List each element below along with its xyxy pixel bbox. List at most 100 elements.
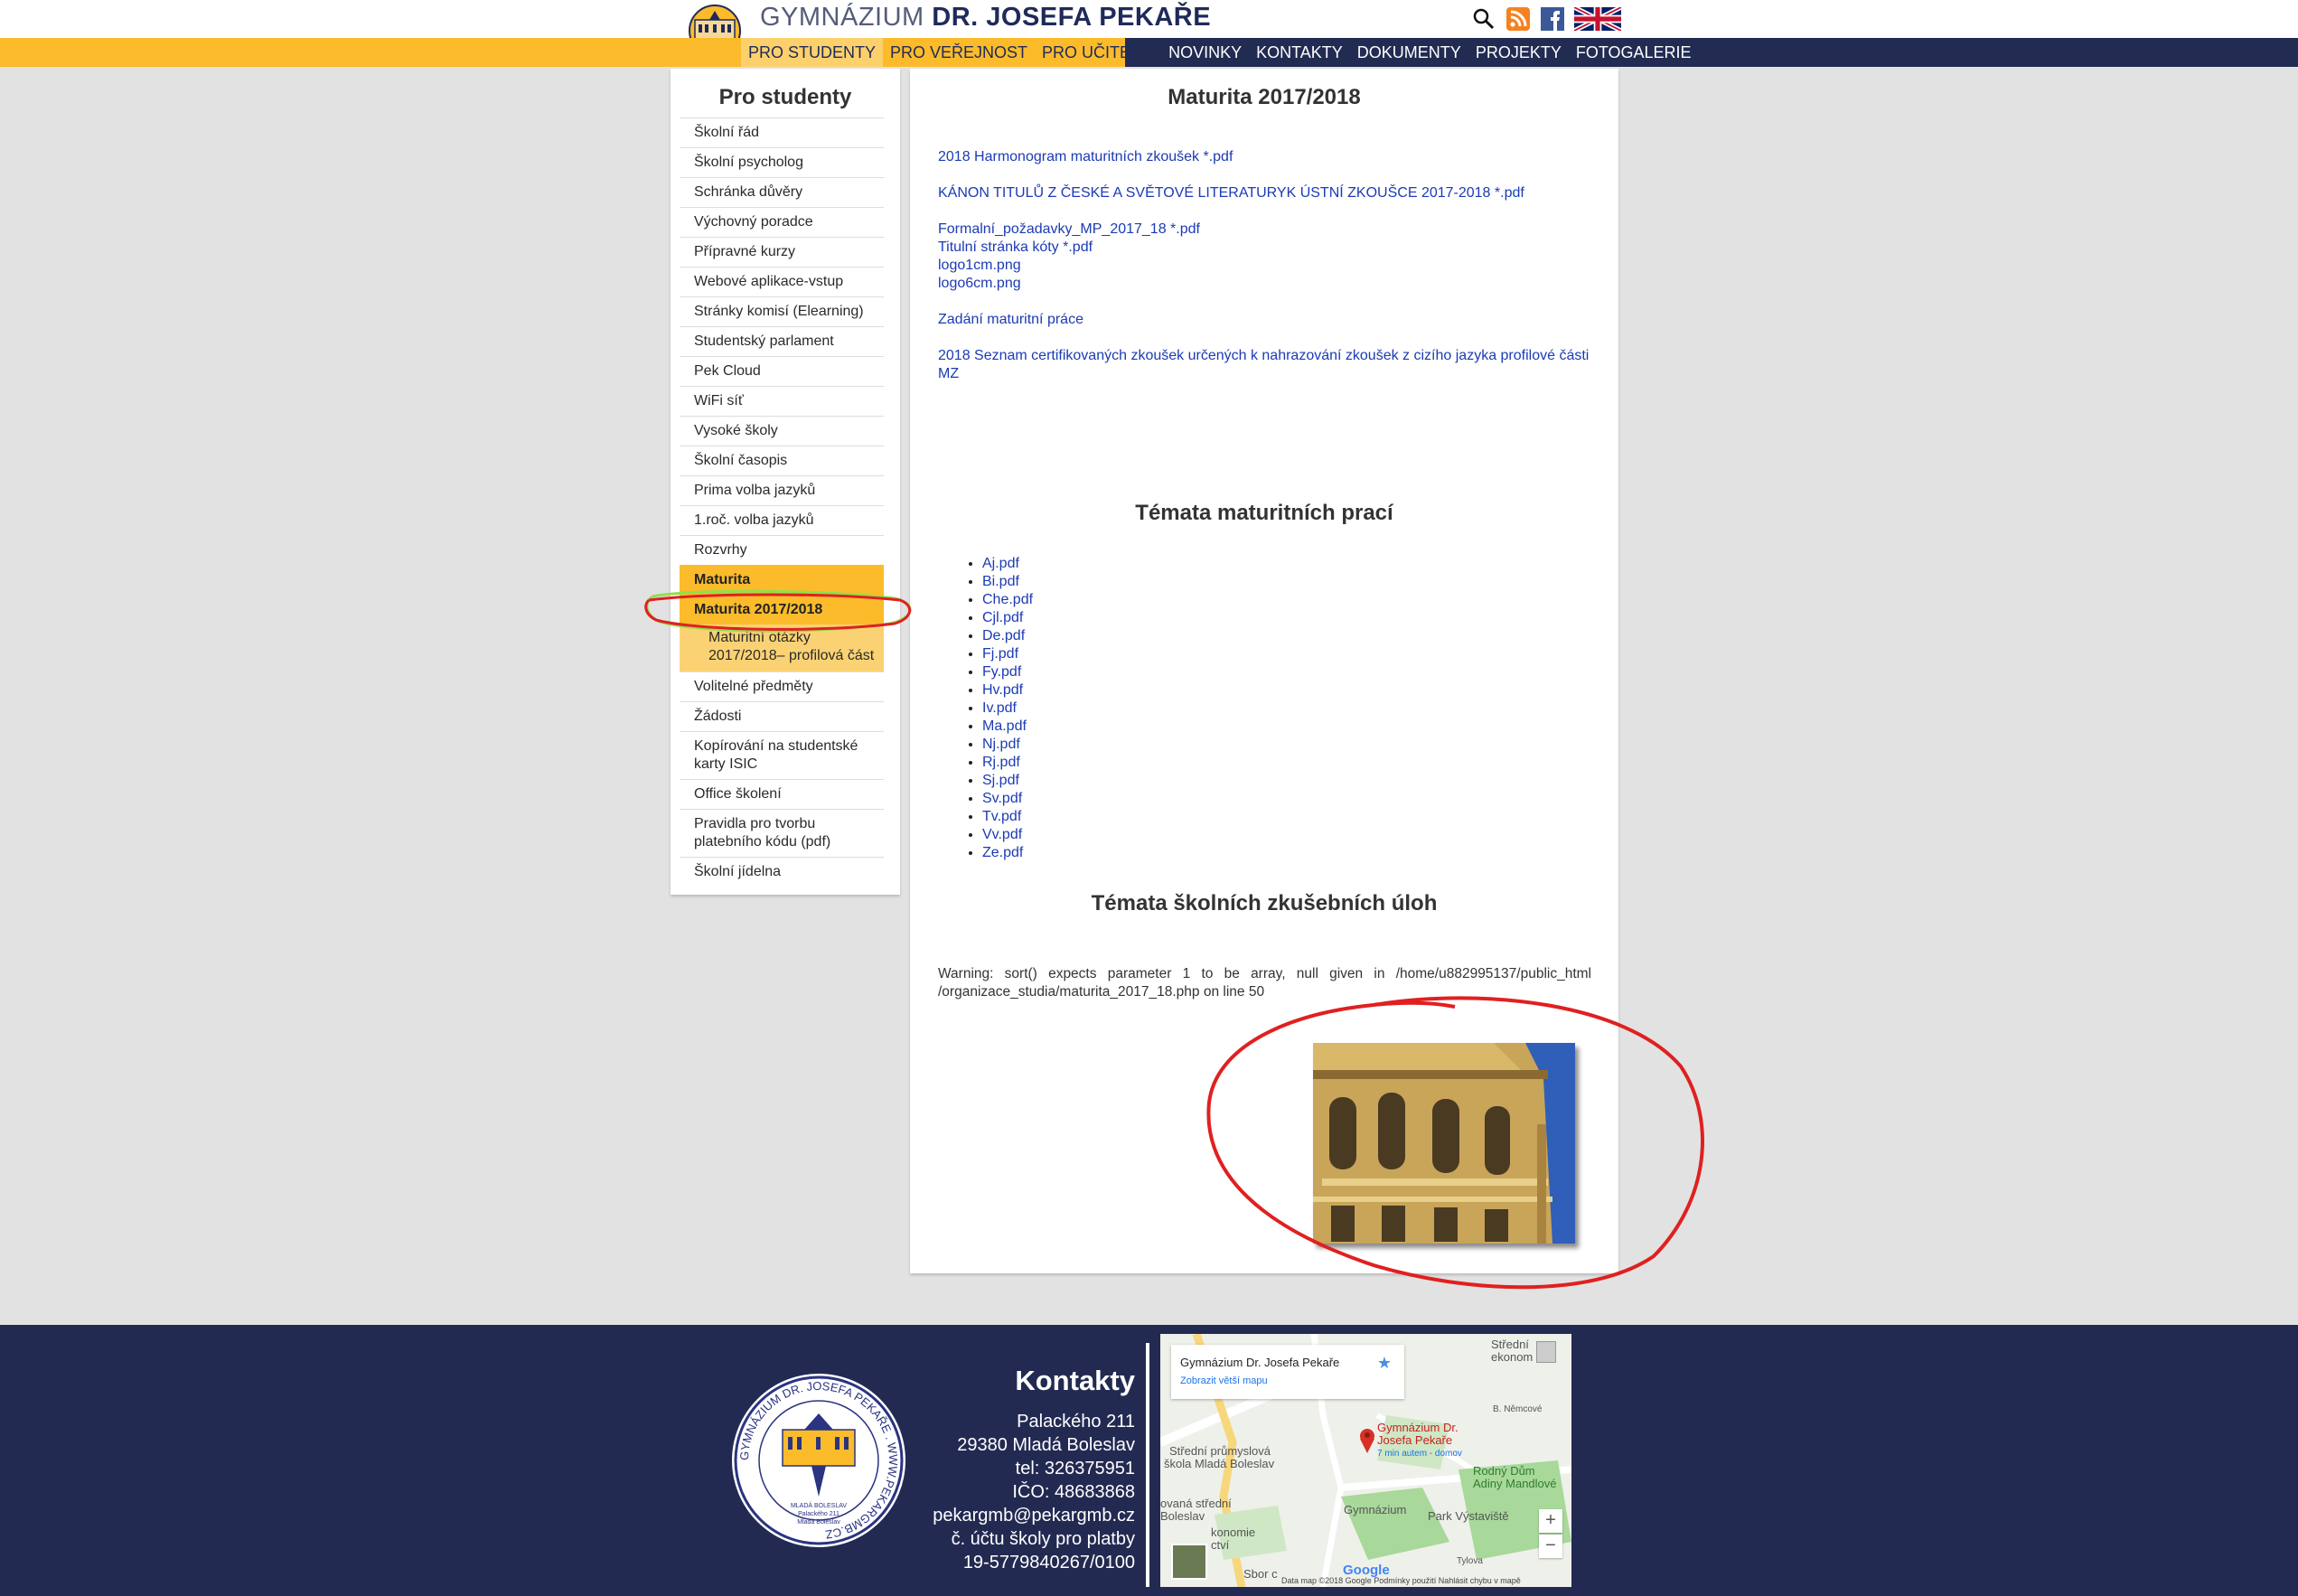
nav-item-pro-učitele[interactable]: PRO UČITELE <box>1035 38 1158 67</box>
zoom-out-button[interactable]: − <box>1539 1535 1562 1558</box>
map-label-nemcova: B. Němcové <box>1493 1404 1543 1414</box>
school-brand[interactable]: GYMNÁZIUM DR. JOSEFA PEKAŘE <box>760 3 1211 33</box>
nav-item-projekty[interactable]: PROJEKTY <box>1468 38 1569 67</box>
sidebar-item-20[interactable]: Kopírování na studentské karty ISIC <box>680 731 884 779</box>
thesis-file-link[interactable]: Sv.pdf <box>982 790 1149 808</box>
sidebar-item-21[interactable]: Office školení <box>680 779 884 809</box>
sidebar: Pro studenty Školní řád Školní psycholog S… <box>671 69 900 895</box>
thesis-file-link[interactable]: Cjl.pdf <box>982 609 1149 627</box>
sidebar-item-17[interactable]: Maturitní otázky 2017/2018– profilová čá… <box>680 624 884 671</box>
school-building-photo <box>1313 1043 1575 1244</box>
thesis-file-link[interactable]: Hv.pdf <box>982 681 1149 699</box>
thesis-file-link[interactable]: Tv.pdf <box>982 808 1149 826</box>
sidebar-item-14[interactable]: Rozvrhy <box>680 535 884 565</box>
map-larger-link[interactable]: Zobrazit větší mapu <box>1180 1375 1268 1386</box>
sidebar-item-11[interactable]: Školní časopis <box>680 446 884 475</box>
map-pin-label-1: Gymnázium Dr. <box>1377 1421 1459 1434</box>
sidebar-item-5[interactable]: Webové aplikace-vstup <box>680 267 884 296</box>
map-attribution[interactable]: Data map ©2018 Google Podmínky použití N… <box>1281 1576 1521 1585</box>
contact-account-label: č. účtu školy pro platby <box>951 1529 1135 1549</box>
school-seal-logo: GYMNÁZIUM DR. JOSEFA PEKAŘE . WWW.PEKARG… <box>732 1374 905 1547</box>
thesis-file-link[interactable]: Sj.pdf <box>982 772 1149 790</box>
street-view-icon[interactable] <box>1536 1341 1556 1363</box>
sidebar-title: Pro studenty <box>718 85 852 109</box>
map-label-vanast-2: Boleslav <box>1160 1509 1205 1523</box>
link-harmonogram[interactable]: 2018 Harmonogram maturitních zkoušek *.p… <box>938 148 1233 166</box>
thesis-file-link[interactable]: De.pdf <box>982 627 1149 645</box>
map-label-rodny-2: Adiny Mandlové <box>1473 1477 1557 1490</box>
thesis-file-link[interactable]: Fy.pdf <box>982 663 1149 681</box>
embedded-map[interactable]: Gymnázium Dr. Josefa Pekaře Zobrazit vět… <box>1160 1334 1571 1587</box>
header-icons <box>1471 5 1621 33</box>
thesis-file-link[interactable]: Aj.pdf <box>982 555 1149 573</box>
search-icon[interactable] <box>1471 6 1496 32</box>
map-info-card: Gymnázium Dr. Josefa Pekaře Zobrazit vět… <box>1171 1345 1404 1399</box>
sidebar-item-12[interactable]: Prima volba jazyků <box>680 475 884 505</box>
link-titulni-stranka[interactable]: Titulní stránka kóty *.pdf <box>938 239 1093 257</box>
nav-item-pro-veřejnost[interactable]: PRO VEŘEJNOST <box>883 38 1035 67</box>
thesis-file-link[interactable]: Che.pdf <box>982 591 1149 609</box>
sidebar-item-4[interactable]: Přípravné kurzy <box>680 237 884 267</box>
map-label-sbor: Sbor c <box>1243 1567 1278 1581</box>
link-zadani[interactable]: Zadání maturitní práce <box>938 311 1083 329</box>
thesis-file-link[interactable]: Rj.pdf <box>982 754 1149 772</box>
thesis-file-link[interactable]: Iv.pdf <box>982 699 1149 718</box>
sidebar-item-18[interactable]: Volitelné předměty <box>680 671 884 701</box>
map-label-vanast-1: ovaná střední <box>1160 1497 1232 1510</box>
rss-icon[interactable] <box>1505 6 1531 32</box>
sidebar-item-9[interactable]: WiFi síť <box>680 386 884 416</box>
sidebar-item-1[interactable]: Školní psycholog <box>680 147 884 177</box>
sidebar-item-16[interactable]: Maturita 2017/2018 <box>680 595 884 624</box>
map-label-vanast-4: ctví <box>1211 1538 1230 1552</box>
seal-inner-line-1: MLADÁ BOLESLAV <box>791 1501 847 1509</box>
map-label-vanast-3: konomie <box>1211 1526 1256 1539</box>
nav-item-pro-studenty[interactable]: PRO STUDENTY <box>741 38 884 67</box>
map-label-gymnazium: Gymnázium <box>1344 1503 1407 1516</box>
link-logo6cm[interactable]: logo6cm.png <box>938 275 1021 293</box>
sidebar-item-6[interactable]: Stránky komisí (Elearning) <box>680 296 884 326</box>
exam-heading: Témata školních zkušebních úloh <box>1091 891 1438 915</box>
sidebar-item-3[interactable]: Výchovný poradce <box>680 207 884 237</box>
link-kanon[interactable]: KÁNON TITULŮ Z ČESKÉ A SVĚTOVÉ LITERATUR… <box>938 184 1524 202</box>
sidebar-item-19[interactable]: Žádosti <box>680 701 884 731</box>
sidebar-item-2[interactable]: Schránka důvěry <box>680 177 884 207</box>
thesis-file-link[interactable]: Bi.pdf <box>982 573 1149 591</box>
sidebar-item-22[interactable]: Pravidla pro tvorbu platebního kódu (pdf… <box>680 809 884 857</box>
map-label-stredni: Střední <box>1491 1338 1529 1351</box>
sidebar-item-13[interactable]: 1.roč. volba jazyků <box>680 505 884 535</box>
thesis-file-link[interactable]: Nj.pdf <box>982 736 1149 754</box>
thesis-file-link[interactable]: Ma.pdf <box>982 718 1149 736</box>
zoom-in-button[interactable]: + <box>1539 1509 1562 1533</box>
map-label-rodny-1: Rodný Dům <box>1473 1464 1535 1478</box>
map-pin-label-2: Josefa Pekaře <box>1377 1433 1453 1447</box>
thesis-file-link[interactable]: Fj.pdf <box>982 645 1149 663</box>
nav-item-kontakty[interactable]: KONTAKTY <box>1249 38 1350 67</box>
seal-inner-line-3: Mladá Boleslav <box>797 1519 840 1526</box>
satellite-toggle[interactable] <box>1171 1544 1207 1580</box>
brand-prefix: GYMNÁZIUM <box>760 3 924 32</box>
link-seznam-zkousek[interactable]: 2018 Seznam certifikovaných zkoušek urče… <box>938 347 1592 383</box>
footer-divider <box>1146 1343 1149 1587</box>
contacts-title: Kontakty <box>1015 1365 1135 1396</box>
facebook-icon[interactable] <box>1540 6 1565 32</box>
sidebar-item-7[interactable]: Studentský parlament <box>680 326 884 356</box>
link-logo1cm[interactable]: logo1cm.png <box>938 257 1021 275</box>
thesis-file-link[interactable]: Ze.pdf <box>982 844 1149 862</box>
nav-items: PRO STUDENTY PRO VEŘEJNOST PRO UČITELE NOVI… <box>741 38 1699 67</box>
link-formalni-pozadavky[interactable]: Formalní_požadavky_MP_2017_18 *.pdf <box>938 221 1200 239</box>
contact-account-number: 19-5779840267/0100 <box>962 1553 1135 1573</box>
nav-item-dokumenty[interactable]: DOKUMENTY <box>1350 38 1468 67</box>
contact-email[interactable]: pekargmb@pekargmb.cz <box>913 1504 1135 1527</box>
sidebar-item-0[interactable]: Školní řád <box>680 117 884 147</box>
footer-contacts: Kontakty Palackého 211 29380 Mladá Boles… <box>913 1365 1135 1574</box>
nav-item-novinky[interactable]: NOVINKY <box>1161 38 1249 67</box>
thesis-file-link[interactable]: Vv.pdf <box>982 826 1149 844</box>
uk-flag-icon[interactable] <box>1574 6 1621 32</box>
sidebar-item-10[interactable]: Vysoké školy <box>680 416 884 446</box>
sidebar-item-8[interactable]: Pek Cloud <box>680 356 884 386</box>
sidebar-item-23[interactable]: Školní jídelna <box>680 857 884 887</box>
sidebar-item-15[interactable]: Maturita <box>680 565 884 595</box>
star-icon[interactable]: ★ <box>1377 1354 1392 1373</box>
nav-item-fotogalerie[interactable]: FOTOGALERIE <box>1569 38 1699 67</box>
map-label-tylova: Tylova <box>1457 1556 1483 1566</box>
